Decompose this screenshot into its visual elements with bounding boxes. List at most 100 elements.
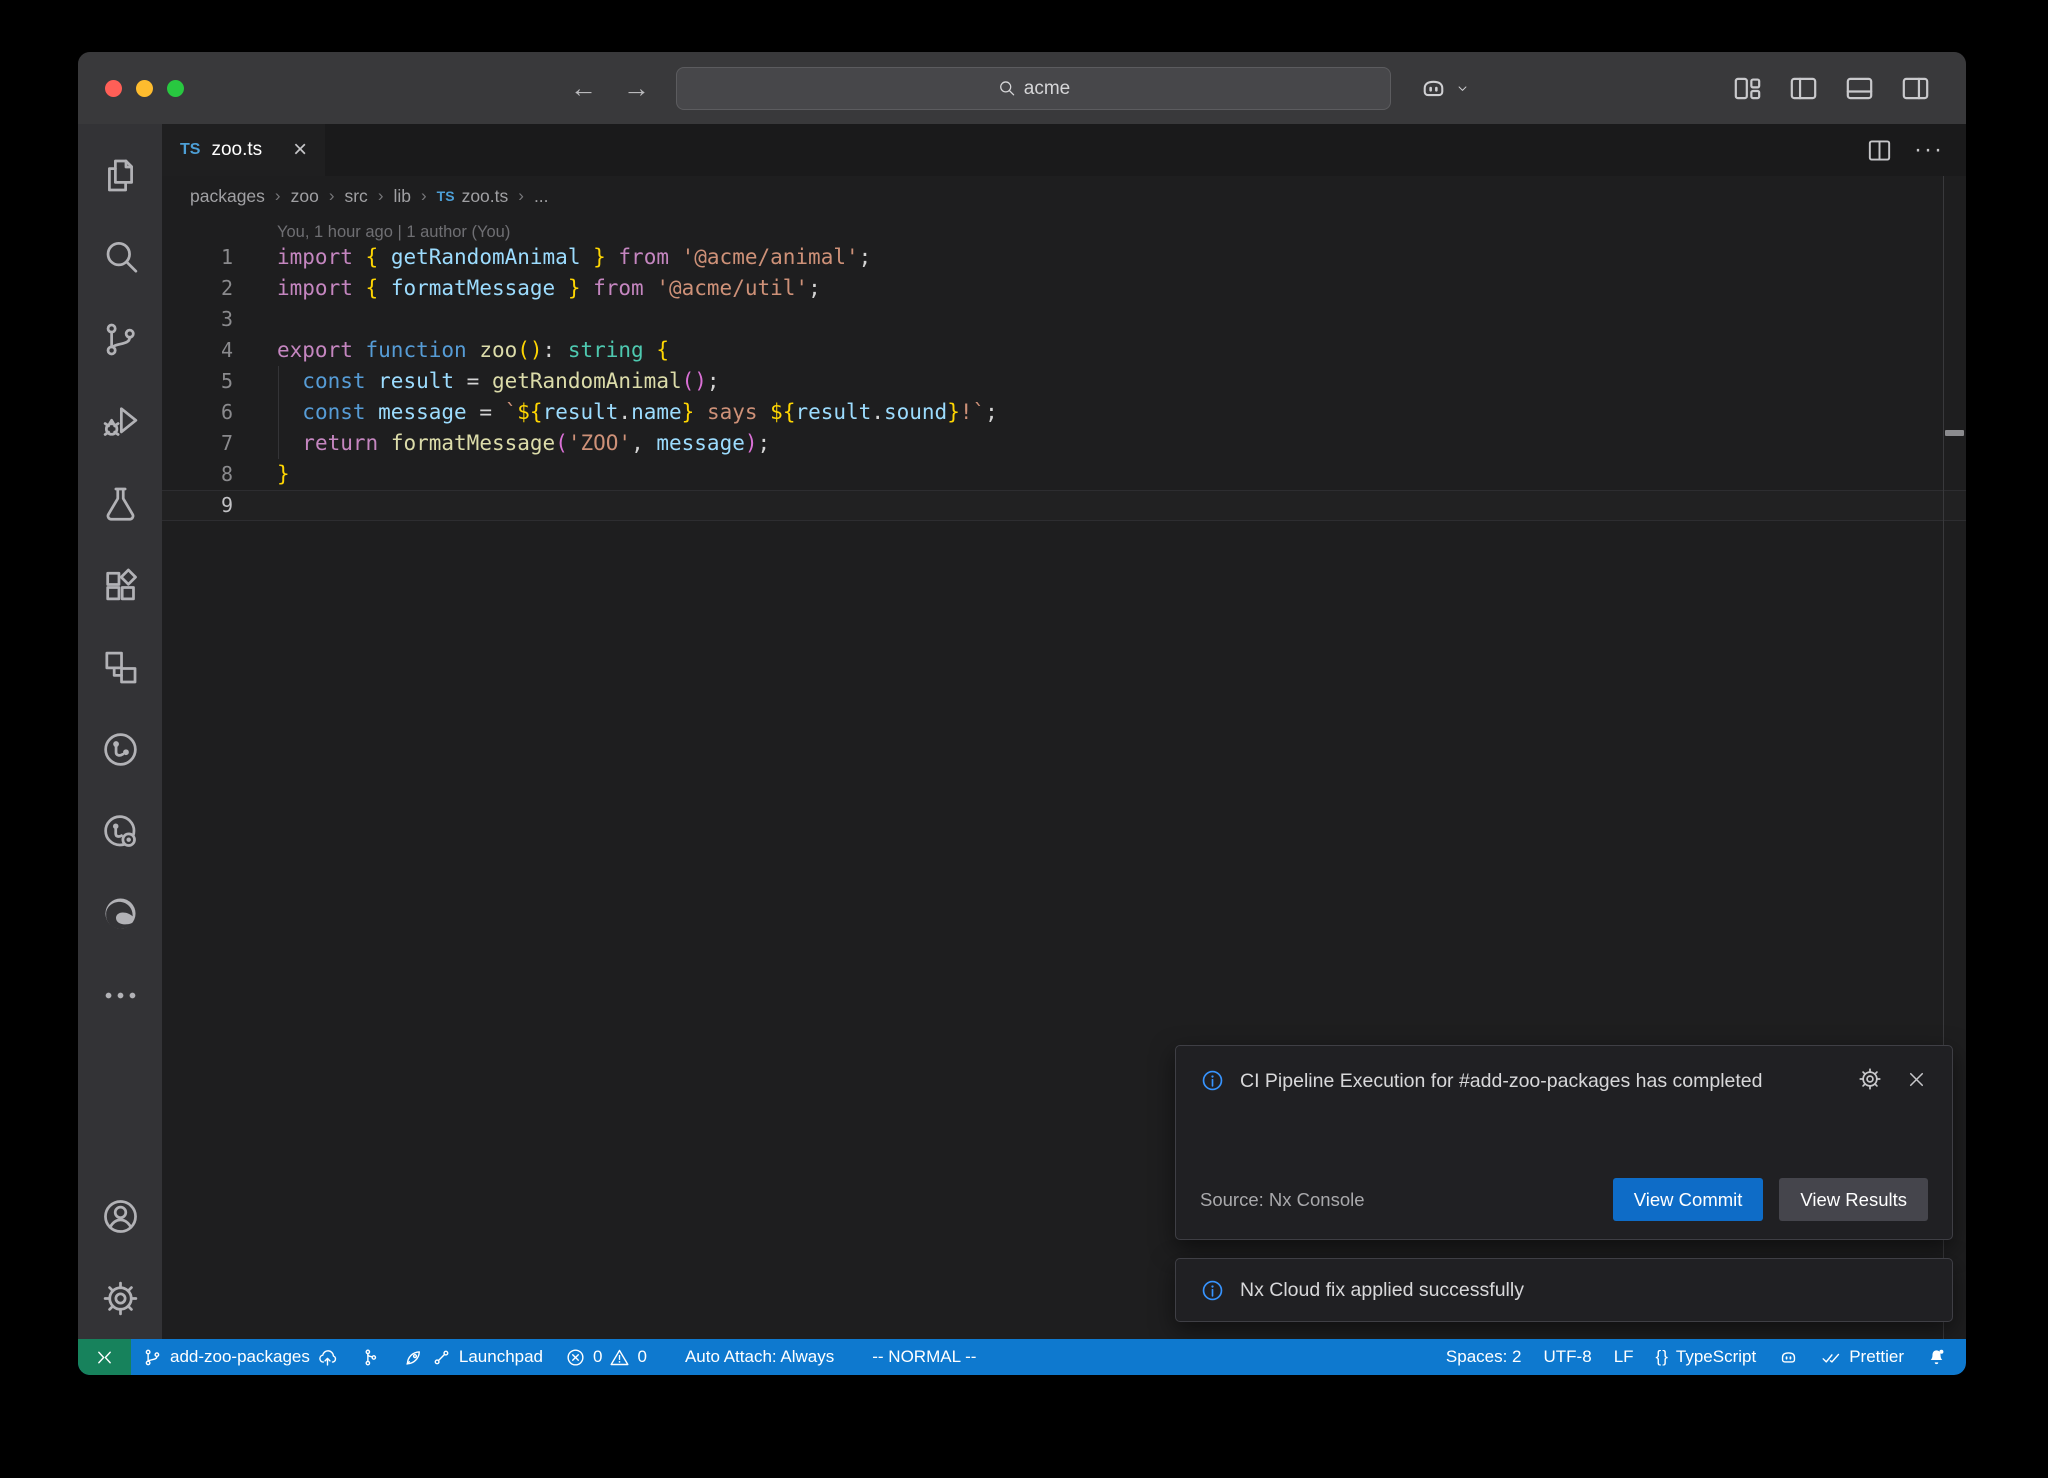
- toggle-panel-icon[interactable]: [1843, 72, 1876, 105]
- copilot-icon: [1418, 73, 1449, 104]
- notification-source: Source: Nx Console: [1200, 1189, 1365, 1211]
- line-number: 7: [162, 428, 277, 459]
- breadcrumb-separator-icon: ›: [275, 186, 281, 206]
- status-item-copilot-status[interactable]: [1767, 1339, 1810, 1375]
- bell-dot-icon: [1926, 1347, 1947, 1368]
- activity-bar-item-extensions[interactable]: [78, 544, 162, 626]
- code-text: }: [277, 459, 1966, 490]
- git-graph-icon: [360, 1347, 381, 1368]
- view-commit-button[interactable]: View Commit: [1613, 1178, 1764, 1221]
- breadcrumb-separator-icon: ›: [378, 186, 384, 206]
- activity-bar-item-edge-tools[interactable]: [78, 872, 162, 954]
- line-number: 8: [162, 459, 277, 490]
- breadcrumb-item[interactable]: packages: [190, 186, 265, 207]
- line-number: 6: [162, 397, 277, 428]
- status-item-encoding[interactable]: UTF-8: [1533, 1339, 1603, 1375]
- breadcrumb-item[interactable]: src: [344, 186, 367, 207]
- git-blame-annotation: You, 1 hour ago | 1 author (You): [162, 216, 1966, 242]
- editor-actions: ···: [1865, 124, 1966, 176]
- connector-icon: [431, 1347, 452, 1368]
- cloud-upload-icon: [317, 1347, 338, 1368]
- copilot-menu[interactable]: [1418, 52, 1470, 124]
- source-control-icon: [100, 319, 141, 360]
- status-item-notifications-bell[interactable]: [1915, 1339, 1958, 1375]
- files-icon: [100, 155, 141, 196]
- status-item-label: 0: [593, 1347, 602, 1367]
- code-text: import { formatMessage } from '@acme/uti…: [277, 273, 1966, 304]
- error-icon: [565, 1347, 586, 1368]
- breadcrumb-item[interactable]: ...: [534, 186, 549, 207]
- view-results-button[interactable]: View Results: [1779, 1178, 1928, 1221]
- breadcrumb-item[interactable]: zoo: [291, 186, 319, 207]
- braces-icon: {}: [1656, 1347, 1669, 1367]
- title-bar: ← → acme: [78, 52, 1966, 124]
- copilot-icon: [1778, 1347, 1799, 1368]
- customize-layout-icon[interactable]: [1731, 72, 1764, 105]
- notification-message: Nx Cloud fix applied successfully: [1240, 1279, 1524, 1302]
- code-text: [277, 304, 1966, 335]
- status-item-git-graph[interactable]: [349, 1339, 392, 1375]
- close-window-button[interactable]: [105, 80, 122, 97]
- toggle-secondary-sidebar-icon[interactable]: [1899, 72, 1932, 105]
- nx-console-icon: [100, 729, 141, 770]
- minimize-window-button[interactable]: [136, 80, 153, 97]
- status-bar-right: Spaces: 2UTF-8 LF {} TypeScript Prettier: [1435, 1339, 1966, 1375]
- status-item-vim-mode[interactable]: -- NORMAL --: [861, 1339, 987, 1375]
- zoom-window-button[interactable]: [167, 80, 184, 97]
- status-item-label: 0: [637, 1347, 646, 1367]
- toggle-primary-sidebar-icon[interactable]: [1787, 72, 1820, 105]
- activity-bar-item-testing[interactable]: [78, 462, 162, 544]
- code-text: const message = `${result.name} says ${r…: [277, 397, 1966, 428]
- typescript-file-icon: TS: [437, 188, 455, 204]
- status-item-launchpad[interactable]: Launchpad: [392, 1339, 554, 1375]
- status-item-label: LF: [1614, 1347, 1634, 1367]
- breadcrumb: packages›zoo›src›lib›TSzoo.ts›...: [162, 176, 1966, 216]
- status-item-remote-indicator[interactable]: [78, 1339, 131, 1375]
- more-actions-icon[interactable]: ···: [1914, 136, 1944, 164]
- breadcrumb-separator-icon: ›: [421, 186, 427, 206]
- status-item-language-mode[interactable]: {} TypeScript: [1645, 1339, 1768, 1375]
- activity-bar-item-manage-settings[interactable]: [78, 1257, 162, 1339]
- notification-settings-gear-icon[interactable]: [1857, 1066, 1883, 1092]
- status-item-label: Prettier: [1849, 1347, 1904, 1367]
- status-item-auto-attach[interactable]: Auto Attach: Always: [674, 1339, 845, 1375]
- activity-bar-item-source-control[interactable]: [78, 298, 162, 380]
- status-item-end-of-line[interactable]: LF: [1603, 1339, 1645, 1375]
- activity-bar-item-search[interactable]: [78, 216, 162, 298]
- code-text: [277, 490, 1966, 521]
- status-bar-left: add-zoo-packagesLaunchpad00Auto Attach: …: [78, 1339, 987, 1375]
- code-line-1: 1import { getRandomAnimal } from '@acme/…: [162, 242, 1966, 273]
- notification-close-icon[interactable]: [1905, 1068, 1928, 1091]
- breadcrumb-item[interactable]: lib: [393, 186, 411, 207]
- code-line-3: 3: [162, 304, 1966, 335]
- traffic-lights: [105, 52, 184, 124]
- status-item-git-branch[interactable]: add-zoo-packages: [131, 1339, 349, 1375]
- breadcrumb-separator-icon: ›: [329, 186, 335, 206]
- back-icon[interactable]: ←: [570, 73, 597, 104]
- activity-bar-item-nx-cloud[interactable]: [78, 790, 162, 872]
- status-item-problems[interactable]: 00: [554, 1339, 658, 1375]
- breadcrumb-item[interactable]: TSzoo.ts: [437, 186, 509, 207]
- code-line-8: 8}: [162, 459, 1966, 490]
- remote-explorer-icon: [100, 647, 141, 688]
- activity-bar-item-additional-views[interactable]: [78, 954, 162, 1036]
- status-bar: add-zoo-packagesLaunchpad00Auto Attach: …: [78, 1339, 1966, 1375]
- status-item-indentation[interactable]: Spaces: 2: [1435, 1339, 1533, 1375]
- activity-bar-item-accounts[interactable]: [78, 1175, 162, 1257]
- status-item-formatter-prettier[interactable]: Prettier: [1810, 1339, 1915, 1375]
- typescript-file-icon: TS: [180, 141, 200, 159]
- split-editor-icon[interactable]: [1865, 136, 1894, 165]
- tab-zoo-ts[interactable]: TS zoo.ts ×: [162, 124, 325, 176]
- activity-bar-item-nx-console[interactable]: [78, 708, 162, 790]
- activity-bar-item-explorer[interactable]: [78, 134, 162, 216]
- forward-icon[interactable]: →: [623, 73, 650, 104]
- status-item-label: Launchpad: [459, 1347, 543, 1367]
- close-tab-icon[interactable]: ×: [293, 138, 307, 162]
- overview-ruler-mark: [1945, 430, 1964, 436]
- activity-bar-item-remote-explorer[interactable]: [78, 626, 162, 708]
- notification-toast-ci-pipeline: CI Pipeline Execution for #add-zoo-packa…: [1175, 1045, 1953, 1240]
- status-item-label: TypeScript: [1676, 1347, 1756, 1367]
- edge-icon: [100, 893, 141, 934]
- command-center-search[interactable]: acme: [676, 67, 1391, 110]
- activity-bar-item-run-and-debug[interactable]: [78, 380, 162, 462]
